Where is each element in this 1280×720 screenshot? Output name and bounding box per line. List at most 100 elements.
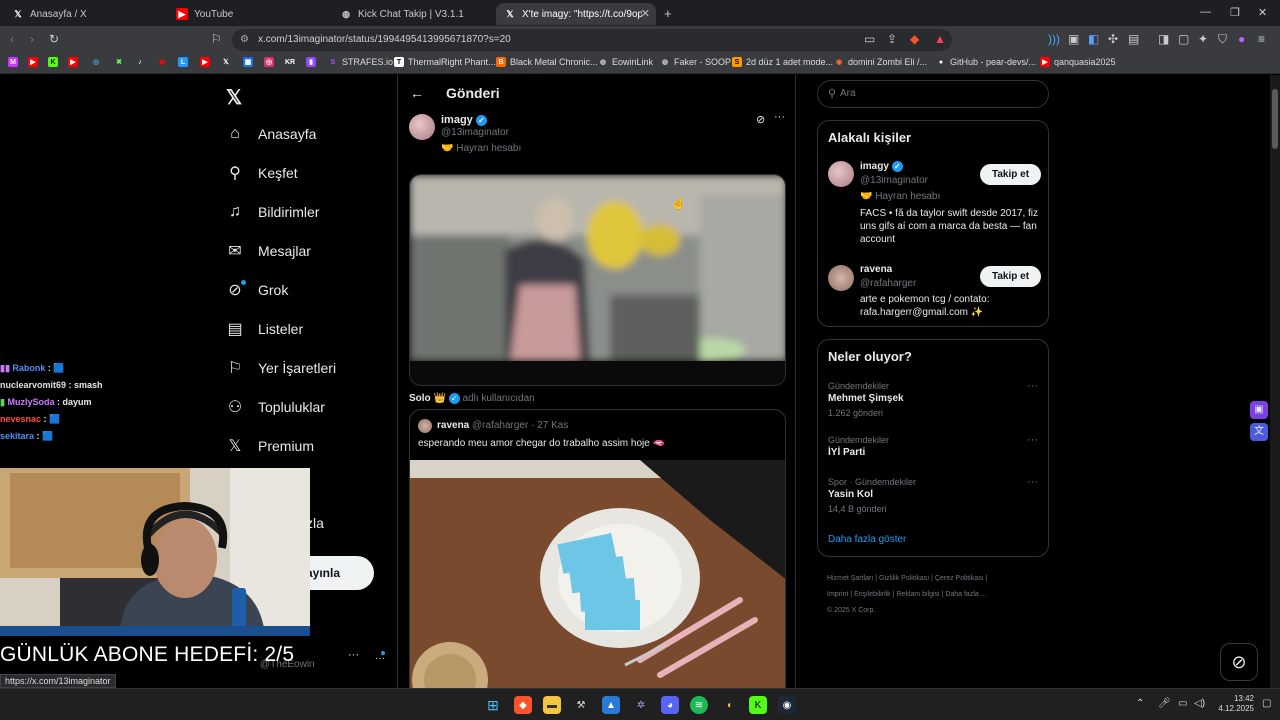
reload-icon[interactable]: ↻ bbox=[49, 32, 59, 46]
footer-link[interactable]: Imprint bbox=[827, 591, 848, 598]
trend-name[interactable]: Mehmet Şimşek bbox=[828, 393, 904, 404]
bookmark-item[interactable]: S STRAFES.io bbox=[328, 57, 393, 67]
steam-icon[interactable]: ◉ bbox=[778, 696, 796, 714]
bookmark-item[interactable]: ● GitHub - pear-devs/... bbox=[936, 57, 1036, 67]
network-icon[interactable]: ▭ bbox=[1178, 698, 1187, 709]
footer-link[interactable]: Daha fazla ... bbox=[945, 591, 986, 598]
photos-icon[interactable]: ▲ bbox=[602, 696, 620, 714]
close-window-icon[interactable]: ✕ bbox=[1258, 6, 1267, 19]
nav-messages[interactable]: ✉ Mesajlar bbox=[226, 242, 311, 260]
nav-grok[interactable]: ⊘ Grok bbox=[226, 281, 288, 299]
brave-browser-icon[interactable]: ◆ bbox=[514, 696, 532, 714]
post-handle[interactable]: @13imaginator bbox=[441, 127, 509, 138]
footer-link[interactable]: Çerez Politikası bbox=[935, 575, 984, 582]
grok-icon[interactable]: ⊘ bbox=[756, 113, 765, 126]
profile-icon[interactable]: ● bbox=[1238, 32, 1245, 46]
address-bar[interactable]: ⚙ x.com/13imaginator/status/199449541399… bbox=[232, 29, 952, 51]
avatar[interactable] bbox=[828, 161, 854, 187]
start-icon[interactable]: ⊞ bbox=[484, 696, 502, 714]
bookmark-item[interactable]: ◍ EowinLink bbox=[598, 57, 653, 67]
bookmark-item[interactable]: ▶ qanquasia2025 bbox=[1040, 57, 1116, 67]
footer-link[interactable]: Hizmet Şartları bbox=[827, 575, 873, 582]
extension-icon[interactable]: ▣ bbox=[1068, 32, 1079, 46]
app-icon[interactable]: ✲ bbox=[632, 696, 650, 714]
more-options-icon[interactable]: ··· bbox=[774, 111, 785, 123]
nav-premium[interactable]: 𝕏 Premium bbox=[226, 437, 314, 455]
site-info-icon[interactable]: ⚙ bbox=[240, 29, 249, 51]
bookmark-item[interactable]: S 2d düz 1 adet mode... bbox=[732, 57, 833, 67]
app-icon[interactable]: ⚒ bbox=[572, 696, 590, 714]
person-name[interactable]: imagy bbox=[860, 161, 889, 172]
bookmark-item[interactable]: T ThermalRight Phant... bbox=[394, 57, 496, 67]
brave-shield-icon[interactable]: ◆ bbox=[910, 32, 919, 46]
nav-explore[interactable]: ⚲ Keşfet bbox=[226, 164, 298, 182]
account-menu-icon[interactable]: ··· bbox=[348, 649, 359, 661]
tab-home[interactable]: 𝕏 Anasayfa / X bbox=[4, 3, 164, 25]
more-options-icon[interactable]: ··· bbox=[1027, 380, 1038, 392]
nav-bookmarks[interactable]: ⚐ Yer İşaretleri bbox=[226, 359, 336, 377]
audio-icon[interactable]: ))) bbox=[1048, 32, 1060, 46]
x-logo-icon[interactable]: 𝕏 bbox=[226, 85, 242, 110]
share-icon[interactable]: ⇪ bbox=[887, 32, 897, 46]
scrollbar-thumb[interactable] bbox=[1272, 89, 1278, 149]
forward-icon[interactable]: › bbox=[30, 32, 34, 46]
extensions-puzzle-icon[interactable]: ✣ bbox=[1108, 32, 1118, 46]
extension-icon[interactable]: ▣ bbox=[1250, 401, 1268, 419]
quoted-post[interactable]: ravena @rafaharger · 27 Kas esperando me… bbox=[409, 409, 786, 688]
extension-icon[interactable]: ◧ bbox=[1088, 32, 1099, 46]
tab-kick-chat[interactable]: ◍ Kick Chat Takip | V3.1.1 bbox=[332, 3, 492, 25]
microphone-icon[interactable]: 🎤︎ bbox=[1158, 698, 1171, 709]
translate-icon[interactable]: 文 bbox=[1250, 423, 1268, 441]
tab-active-post[interactable]: 𝕏 X'te imagy: "https://t.co/9opcLi ✕ bbox=[496, 3, 656, 25]
footer-link[interactable]: Gizlilik Politikası bbox=[879, 575, 929, 582]
kick-icon[interactable]: K bbox=[749, 696, 767, 714]
quote-user[interactable]: Solo 👑 bbox=[409, 393, 446, 404]
bookmark-item[interactable]: B Black Metal Chronic... bbox=[496, 57, 598, 67]
scrollbar[interactable] bbox=[1270, 75, 1280, 688]
brave-rewards-icon[interactable]: ▲ bbox=[934, 32, 946, 46]
spotify-icon[interactable]: ≋ bbox=[690, 696, 708, 714]
nav-communities[interactable]: ⚇ Topluluklar bbox=[226, 398, 325, 416]
trend-name[interactable]: İYİ Parti bbox=[828, 447, 865, 458]
minimize-icon[interactable]: — bbox=[1200, 6, 1211, 18]
post-author[interactable]: imagy ✓ bbox=[441, 114, 487, 126]
nav-lists[interactable]: ▤ Listeler bbox=[226, 320, 303, 338]
app-icon[interactable]: ◖ bbox=[720, 696, 738, 714]
back-arrow-icon[interactable]: ← bbox=[410, 85, 424, 101]
bookmark-item[interactable]: ◍ Faker - SOOP bbox=[660, 57, 731, 67]
menu-icon[interactable]: ≡ bbox=[1258, 32, 1265, 46]
tab-youtube[interactable]: ▶ YouTube bbox=[168, 3, 328, 25]
restore-icon[interactable]: ❐ bbox=[1230, 6, 1240, 19]
bookmark-page-icon[interactable]: ⚐ bbox=[211, 32, 222, 46]
person-name[interactable]: ravena bbox=[860, 264, 892, 275]
avatar[interactable] bbox=[409, 114, 435, 140]
grok-floating-button[interactable]: ⊘ bbox=[1220, 643, 1258, 681]
follow-button[interactable]: Takip et bbox=[980, 266, 1042, 287]
trend-name[interactable]: Yasin Kol bbox=[828, 489, 873, 500]
sidebar-icon[interactable]: ◨ bbox=[1158, 32, 1169, 46]
footer-link[interactable]: Erişilebilirlik bbox=[854, 591, 891, 598]
chevron-up-icon[interactable]: ⌃ bbox=[1136, 698, 1144, 709]
search-input[interactable]: ⚲ Ara bbox=[817, 80, 1049, 108]
more-options-icon[interactable]: ··· bbox=[1027, 476, 1038, 488]
show-more-link[interactable]: Daha fazla göster bbox=[828, 534, 906, 545]
clock[interactable]: 13:42 4.12.2025 bbox=[1218, 694, 1254, 714]
wallet-icon[interactable]: ▢ bbox=[1178, 32, 1189, 46]
avatar[interactable] bbox=[828, 265, 854, 291]
leo-ai-icon[interactable]: ✦ bbox=[1198, 32, 1208, 46]
file-explorer-icon[interactable]: ▬ bbox=[543, 696, 561, 714]
bookmark-item[interactable]: ◉ domini Zombi Eli /... bbox=[834, 57, 927, 67]
new-tab-icon[interactable]: + bbox=[664, 6, 672, 21]
notification-center-icon[interactable]: ▢ bbox=[1262, 698, 1271, 709]
nav-notifications[interactable]: ♫ Bildirimler bbox=[226, 203, 319, 221]
discord-icon[interactable]: ◕ bbox=[661, 696, 679, 714]
follow-button[interactable]: Takip et bbox=[980, 164, 1042, 185]
vpn-icon[interactable]: ⛉ bbox=[1218, 32, 1227, 47]
extension-icon[interactable]: ▤ bbox=[1128, 32, 1139, 46]
volume-icon[interactable]: ◁) bbox=[1194, 698, 1205, 709]
nav-home[interactable]: ⌂ Anasayfa bbox=[226, 125, 316, 143]
more-options-icon[interactable]: ··· bbox=[1027, 434, 1038, 446]
close-tab-icon[interactable]: ✕ bbox=[641, 7, 650, 20]
post-media[interactable] bbox=[409, 174, 786, 386]
cast-icon[interactable]: ▭ bbox=[864, 32, 875, 46]
